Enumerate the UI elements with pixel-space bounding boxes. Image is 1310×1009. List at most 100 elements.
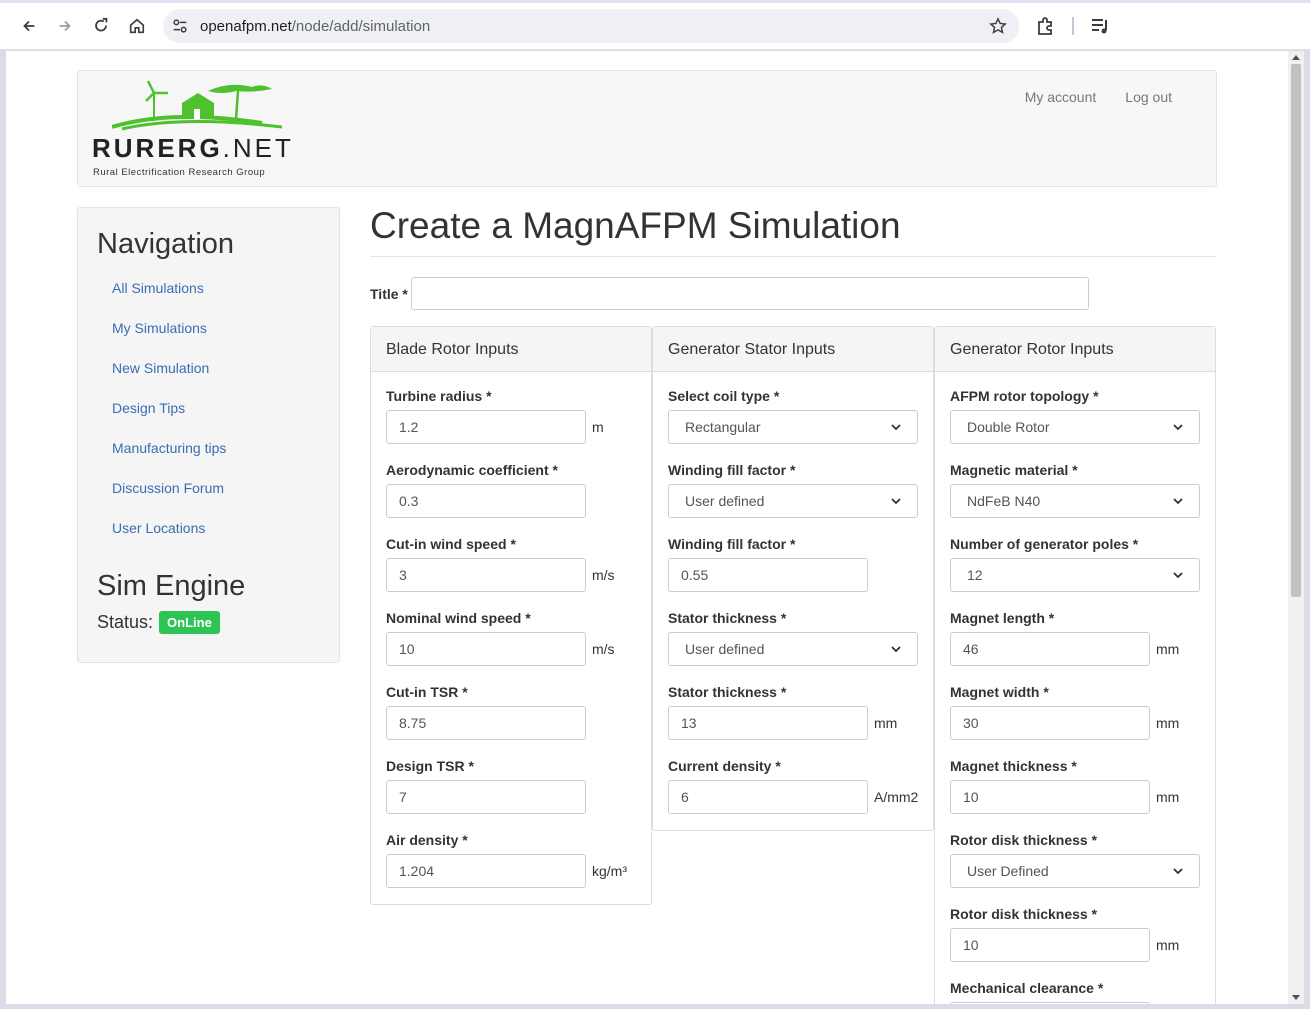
chevron-down-icon bbox=[891, 498, 901, 505]
form-field-select-coil-type: Select coil type * Rectangular bbox=[668, 386, 918, 460]
field-row: Double Rotor bbox=[950, 410, 1200, 444]
stator-thickness-select[interactable]: User defined bbox=[668, 632, 918, 666]
select-value: NdFeB N40 bbox=[967, 493, 1041, 509]
field-label: Winding fill factor * bbox=[668, 536, 796, 552]
air-density-input[interactable] bbox=[386, 854, 586, 888]
form-field-rotor-disk-thickness: Rotor disk thickness * mm bbox=[950, 904, 1200, 978]
field-row: mm bbox=[668, 706, 918, 740]
stator-thickness-input[interactable] bbox=[668, 706, 868, 740]
form-field-current-density: Current density * A/mm2 bbox=[668, 756, 918, 830]
sidebar-link-discussion-forum[interactable]: Discussion Forum bbox=[112, 480, 224, 496]
select-value: 12 bbox=[967, 567, 983, 583]
winding-fill-factor-input[interactable] bbox=[668, 558, 868, 592]
field-label: Winding fill factor * bbox=[668, 462, 796, 478]
site-settings-icon[interactable] bbox=[171, 17, 189, 35]
mechanical-clearance-input[interactable] bbox=[950, 1002, 1150, 1004]
logo-tagline: Rural Electrification Research Group bbox=[93, 167, 266, 178]
form-field-rotor-disk-thickness: Rotor disk thickness * User Defined bbox=[950, 830, 1200, 904]
winding-fill-factor-select[interactable]: User defined bbox=[668, 484, 918, 518]
rotor-disk-thickness-input[interactable] bbox=[950, 928, 1150, 962]
form-field-magnet-width: Magnet width * mm bbox=[950, 682, 1200, 756]
panel-heading: Blade Rotor Inputs bbox=[371, 327, 651, 372]
field-row bbox=[386, 484, 636, 518]
sidebar-link-user-locations[interactable]: User Locations bbox=[112, 520, 205, 536]
field-row: m bbox=[386, 410, 636, 444]
field-label: Magnetic material * bbox=[950, 462, 1078, 478]
sidebar-item-design-tips: Design Tips bbox=[112, 400, 226, 440]
field-unit: A/mm2 bbox=[874, 789, 919, 805]
magnet-length-input[interactable] bbox=[950, 632, 1150, 666]
field-label: Rotor disk thickness * bbox=[950, 906, 1098, 922]
scroll-up-icon[interactable] bbox=[1292, 55, 1300, 60]
field-label: Magnet length * bbox=[950, 610, 1055, 626]
field-row: mm bbox=[950, 780, 1200, 814]
url-path: /node/add/simulation bbox=[291, 18, 431, 35]
sidebar-link-my-simulations[interactable]: My Simulations bbox=[112, 320, 207, 336]
afpm-rotor-topology-select[interactable]: Double Rotor bbox=[950, 410, 1200, 444]
form-field-magnetic-material: Magnetic material * NdFeB N40 bbox=[950, 460, 1200, 534]
number-of-generator-poles-select[interactable]: 12 bbox=[950, 558, 1200, 592]
page-scrollbar[interactable] bbox=[1288, 51, 1304, 1004]
field-row: User defined bbox=[668, 484, 918, 518]
turbine-radius-input[interactable] bbox=[386, 410, 586, 444]
chevron-down-icon bbox=[891, 646, 901, 653]
nominal-wind-speed-input[interactable] bbox=[386, 632, 586, 666]
sidebar-link-manufacturing-tips[interactable]: Manufacturing tips bbox=[112, 440, 226, 456]
form-field-mechanical-clearance: Mechanical clearance * bbox=[950, 978, 1200, 1004]
extensions-icon[interactable] bbox=[1034, 14, 1058, 38]
magnet-width-input[interactable] bbox=[950, 706, 1150, 740]
logo-graphic-icon bbox=[112, 80, 283, 131]
form-field-design-tsr: Design TSR * bbox=[386, 756, 636, 830]
current-density-input[interactable] bbox=[668, 780, 868, 814]
chevron-down-icon bbox=[891, 424, 901, 431]
my-account-link[interactable]: My account bbox=[1025, 89, 1097, 105]
field-row bbox=[668, 558, 918, 592]
field-unit: m/s bbox=[592, 567, 615, 583]
rotor-disk-thickness-select[interactable]: User Defined bbox=[950, 854, 1200, 888]
field-unit: m/s bbox=[592, 641, 615, 657]
form-field-cut-in-wind-speed: Cut-in wind speed * m/s bbox=[386, 534, 636, 608]
sidebar-link-new-simulation[interactable]: New Simulation bbox=[112, 360, 209, 376]
field-row bbox=[386, 706, 636, 740]
field-row: kg/m³ bbox=[386, 854, 636, 888]
form-field-stator-thickness: Stator thickness * User defined bbox=[668, 608, 918, 682]
scroll-down-icon[interactable] bbox=[1292, 995, 1300, 1000]
form-field-winding-fill-factor: Winding fill factor * bbox=[668, 534, 918, 608]
field-label: Design TSR * bbox=[386, 758, 474, 774]
log-out-link[interactable]: Log out bbox=[1125, 89, 1172, 105]
bookmark-star-icon[interactable] bbox=[989, 17, 1007, 35]
title-input[interactable] bbox=[411, 277, 1089, 310]
field-row: mm bbox=[950, 706, 1200, 740]
magnet-thickness-input[interactable] bbox=[950, 780, 1150, 814]
sidebar-link-design-tips[interactable]: Design Tips bbox=[112, 400, 185, 416]
field-row: 12 bbox=[950, 558, 1200, 592]
aerodynamic-coefficient-input[interactable] bbox=[386, 484, 586, 518]
site-logo[interactable]: RURERG.NET Rural Electrification Researc… bbox=[92, 79, 298, 179]
field-row: mm bbox=[950, 928, 1200, 962]
select-value: User defined bbox=[685, 493, 765, 509]
home-icon[interactable] bbox=[123, 12, 151, 40]
field-unit: mm bbox=[1156, 937, 1180, 953]
design-tsr-input[interactable] bbox=[386, 780, 586, 814]
chevron-down-icon bbox=[1173, 424, 1183, 431]
toolbar-separator bbox=[1072, 17, 1074, 35]
field-label: Nominal wind speed * bbox=[386, 610, 531, 626]
cut-in-tsr-input[interactable] bbox=[386, 706, 586, 740]
sidebar-link-all-simulations[interactable]: All Simulations bbox=[112, 280, 204, 296]
panel-body: Turbine radius * m Aerodynamic coefficient… bbox=[371, 372, 651, 904]
media-controls-icon[interactable] bbox=[1088, 14, 1112, 38]
address-bar[interactable]: openafpm.net/node/add/simulation bbox=[163, 9, 1019, 43]
back-icon[interactable] bbox=[15, 12, 43, 40]
select-coil-type-select[interactable]: Rectangular bbox=[668, 410, 918, 444]
chevron-down-icon bbox=[1173, 498, 1183, 505]
page-viewport: RURERG.NET Rural Electrification Researc… bbox=[6, 51, 1288, 1004]
logo-brand-bold: RURERG bbox=[92, 133, 223, 163]
cut-in-wind-speed-input[interactable] bbox=[386, 558, 586, 592]
field-unit: mm bbox=[1156, 789, 1180, 805]
select-value: User defined bbox=[685, 641, 765, 657]
magnetic-material-select[interactable]: NdFeB N40 bbox=[950, 484, 1200, 518]
reload-icon[interactable] bbox=[87, 12, 115, 40]
scrollbar-thumb[interactable] bbox=[1291, 64, 1301, 597]
field-label: Rotor disk thickness * bbox=[950, 832, 1098, 848]
forward-icon[interactable] bbox=[51, 12, 79, 40]
